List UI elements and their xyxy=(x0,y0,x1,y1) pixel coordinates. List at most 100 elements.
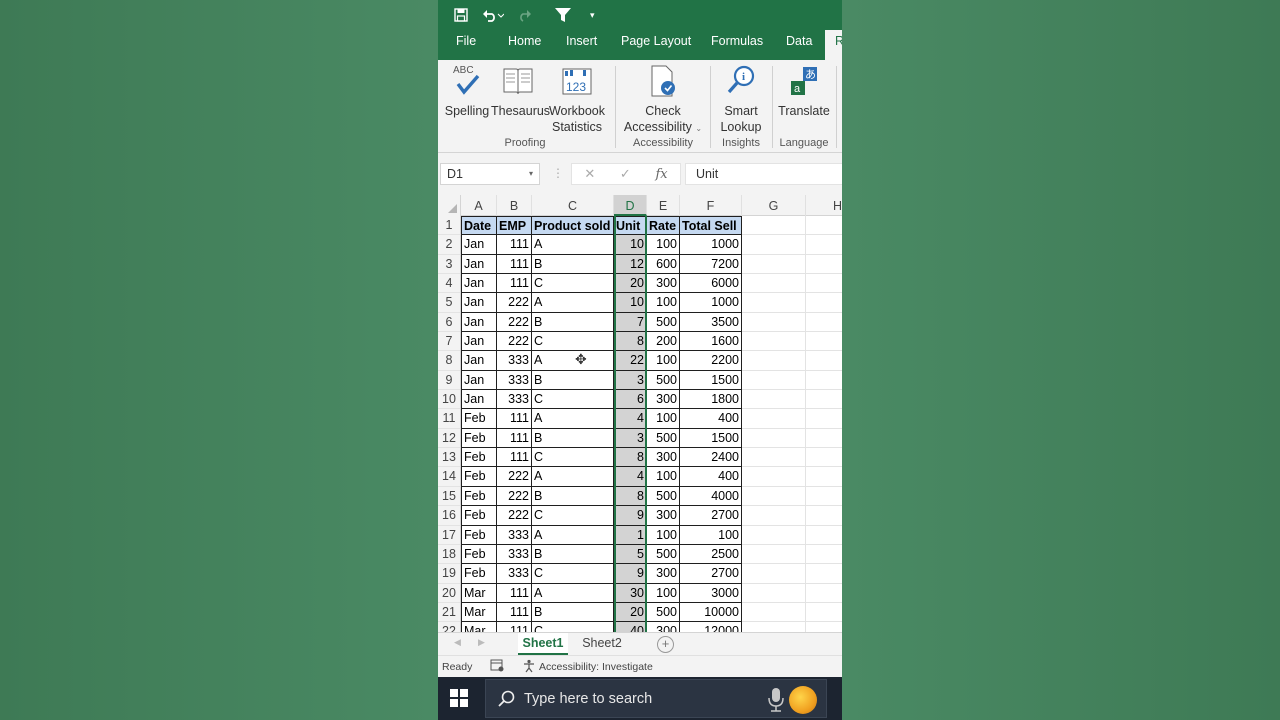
row-header[interactable]: 9 xyxy=(438,370,461,391)
cell-emp[interactable]: 111 xyxy=(497,602,532,623)
empty-cell[interactable] xyxy=(806,255,842,275)
empty-cell[interactable] xyxy=(742,390,806,410)
empty-cell[interactable] xyxy=(806,216,842,236)
row-header[interactable]: 18 xyxy=(438,544,461,565)
cell-date[interactable]: Feb xyxy=(461,564,497,584)
cell-emp[interactable]: 333 xyxy=(497,390,532,410)
cell-unit[interactable]: 10 xyxy=(614,235,647,255)
cell-rate[interactable]: 100 xyxy=(647,525,680,545)
cell-rate[interactable]: 300 xyxy=(647,622,680,632)
undo-icon[interactable] xyxy=(482,8,504,22)
empty-cell[interactable] xyxy=(806,235,842,255)
cell-product-sold[interactable]: B xyxy=(532,486,614,507)
tab-data[interactable]: Data xyxy=(786,30,812,60)
worksheet-grid[interactable]: A B C D E F G H 1 Date EMP Product sold Unit… xyxy=(438,195,842,632)
sheet-tab-sheet1[interactable]: Sheet1 xyxy=(518,633,568,655)
cell-date[interactable]: Mar xyxy=(461,602,497,623)
cell-rate[interactable]: 500 xyxy=(647,428,680,449)
empty-cell[interactable] xyxy=(742,332,806,352)
cell-rate[interactable]: 300 xyxy=(647,274,680,294)
empty-cell[interactable] xyxy=(742,525,806,545)
cell-product-sold[interactable]: B xyxy=(532,312,614,333)
cell-product-sold[interactable]: C xyxy=(532,390,614,410)
enter-icon[interactable]: ✓ xyxy=(620,166,631,182)
cell-rate[interactable]: 600 xyxy=(647,254,680,275)
row-header[interactable]: 11 xyxy=(438,409,461,429)
empty-cell[interactable] xyxy=(806,467,842,487)
empty-cell[interactable] xyxy=(742,409,806,429)
cell-date[interactable]: Feb xyxy=(461,448,497,468)
cell-product-sold[interactable]: C xyxy=(532,274,614,294)
cell-total-sell[interactable]: 3500 xyxy=(680,312,742,333)
cell-date[interactable]: Mar xyxy=(461,583,497,603)
cell-product-sold[interactable]: B xyxy=(532,544,614,565)
cell-unit[interactable]: 40 xyxy=(614,622,647,632)
more-options-icon[interactable]: ⋮ xyxy=(552,166,564,180)
cell-total-sell[interactable]: 1500 xyxy=(680,428,742,449)
empty-cell[interactable] xyxy=(742,312,806,333)
cell-rate[interactable]: 200 xyxy=(647,332,680,352)
cell-emp[interactable]: 111 xyxy=(497,622,532,632)
cell-date[interactable]: Jan xyxy=(461,254,497,275)
cell-total-sell[interactable]: 3000 xyxy=(680,583,742,603)
cell-emp[interactable]: 222 xyxy=(497,506,532,526)
cell-total-sell[interactable]: 2700 xyxy=(680,506,742,526)
cell-emp[interactable]: 222 xyxy=(497,312,532,333)
cell-total-sell[interactable]: 1500 xyxy=(680,370,742,391)
column-header-g[interactable]: G xyxy=(742,195,806,216)
cell-unit[interactable]: 8 xyxy=(614,448,647,468)
cell-date[interactable]: Feb xyxy=(461,506,497,526)
cell-emp[interactable]: 222 xyxy=(497,467,532,487)
empty-cell[interactable] xyxy=(806,545,842,565)
cell-emp[interactable]: 333 xyxy=(497,564,532,584)
row-header[interactable]: 5 xyxy=(438,293,461,313)
row-header[interactable]: 3 xyxy=(438,254,461,275)
cell-product-sold[interactable]: C xyxy=(532,448,614,468)
scroll-right-icon[interactable]: ▶ xyxy=(478,637,485,648)
row-header[interactable]: 16 xyxy=(438,506,461,526)
cell-total-sell[interactable]: 2700 xyxy=(680,564,742,584)
empty-cell[interactable] xyxy=(806,506,842,526)
empty-cell[interactable] xyxy=(742,216,806,236)
cell-product-sold[interactable]: A xyxy=(532,351,614,371)
cell-unit[interactable]: 1 xyxy=(614,525,647,545)
cell-unit[interactable]: 4 xyxy=(614,409,647,429)
select-all-button[interactable] xyxy=(438,195,461,216)
cell-total-sell[interactable]: 10000 xyxy=(680,602,742,623)
empty-cell[interactable] xyxy=(742,370,806,391)
cell-emp[interactable]: 333 xyxy=(497,370,532,391)
cell-total-sell[interactable]: 2400 xyxy=(680,448,742,468)
cell-total-sell[interactable]: 6000 xyxy=(680,274,742,294)
cell-emp[interactable]: 222 xyxy=(497,332,532,352)
empty-cell[interactable] xyxy=(742,486,806,507)
cell-emp[interactable]: 222 xyxy=(497,293,532,313)
cell-rate[interactable]: 100 xyxy=(647,583,680,603)
cell-rate[interactable]: 500 xyxy=(647,312,680,333)
empty-cell[interactable] xyxy=(742,506,806,526)
cell-date[interactable]: Feb xyxy=(461,486,497,507)
cell-total-sell[interactable]: 2500 xyxy=(680,544,742,565)
cell-emp[interactable]: 111 xyxy=(497,254,532,275)
cell-date[interactable]: Feb xyxy=(461,544,497,565)
customize-qat-icon[interactable]: ▾ xyxy=(590,10,595,21)
row-header[interactable]: 2 xyxy=(438,235,461,255)
row-header[interactable]: 8 xyxy=(438,351,461,371)
header-cell-rate[interactable]: Rate xyxy=(647,216,680,236)
check-accessibility-button[interactable]: Check Accessibility ⌄ xyxy=(621,64,705,137)
cell-unit[interactable]: 30 xyxy=(614,583,647,603)
cell-total-sell[interactable]: 12000 xyxy=(680,622,742,632)
cell-product-sold[interactable]: C xyxy=(532,332,614,352)
cell-total-sell[interactable]: 1800 xyxy=(680,390,742,410)
cell-rate[interactable]: 100 xyxy=(647,351,680,371)
cell-unit[interactable]: 20 xyxy=(614,602,647,623)
empty-cell[interactable] xyxy=(806,622,842,632)
cell-total-sell[interactable]: 400 xyxy=(680,409,742,429)
cell-rate[interactable]: 500 xyxy=(647,602,680,623)
column-header-a[interactable]: A xyxy=(461,195,497,216)
cell-rate[interactable]: 100 xyxy=(647,467,680,487)
cell-date[interactable]: Jan xyxy=(461,274,497,294)
empty-cell[interactable] xyxy=(806,313,842,333)
spelling-button[interactable]: ABC Spelling xyxy=(444,64,490,119)
header-cell-product-sold[interactable]: Product sold xyxy=(532,216,614,236)
empty-cell[interactable] xyxy=(806,293,842,313)
